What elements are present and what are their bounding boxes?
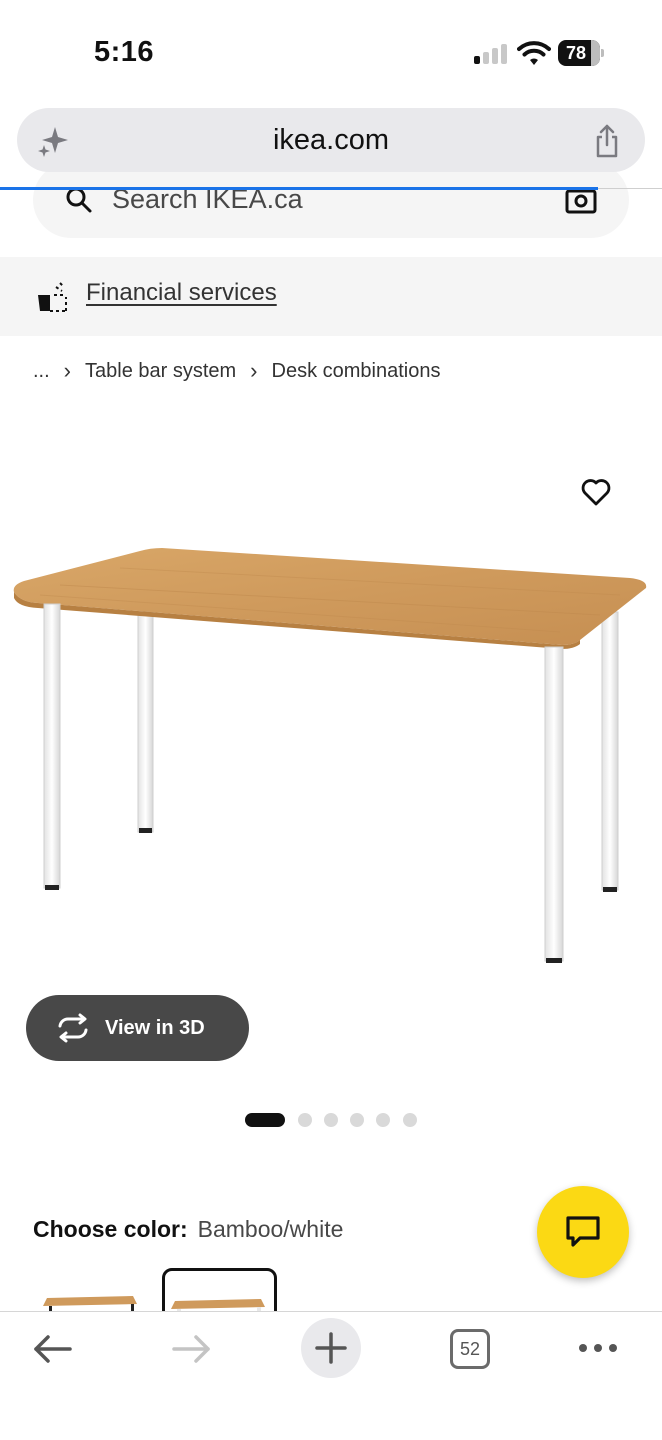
view-in-3d-button[interactable]: View in 3D [26,995,249,1061]
camera-icon[interactable] [565,186,597,214]
battery-icon: 78 [558,40,604,66]
status-bar: 5:16 78 [0,0,662,100]
browser-toolbar: 52 [0,1311,662,1440]
chevron-right-icon: › [250,358,258,383]
breadcrumb-ellipsis[interactable]: ... [33,360,50,383]
color-label: Choose color: [33,1216,188,1242]
carousel-dot[interactable] [403,1113,417,1127]
favorite-button[interactable] [574,470,618,514]
carousel-dot[interactable] [245,1113,285,1127]
financial-services-banner[interactable]: Financial services [0,257,662,336]
back-arrow-icon[interactable] [30,1332,74,1366]
financial-services-icon [38,282,67,312]
product-image[interactable] [0,410,662,980]
url-text[interactable]: ikea.com [17,108,645,172]
heart-icon [581,479,611,506]
carousel-dot[interactable] [376,1113,390,1127]
forward-arrow-icon[interactable] [170,1332,214,1366]
address-bar[interactable]: ikea.com [17,108,645,172]
share-icon[interactable] [593,124,621,158]
new-tab-button[interactable] [301,1318,361,1378]
cellular-signal-icon [474,44,508,64]
status-time: 5:16 [94,36,155,68]
financial-services-link[interactable]: Financial services [86,279,277,307]
carousel-dot[interactable] [298,1113,312,1127]
chevron-right-icon: › [63,358,71,383]
page-load-progress [0,187,598,190]
plus-icon [315,1332,347,1364]
chat-bubble-icon [566,1216,600,1247]
carousel-dot[interactable] [324,1113,338,1127]
rotate-3d-icon [58,1013,88,1043]
search-bar[interactable]: Search IKEA.ca [33,162,629,238]
carousel-dot[interactable] [350,1113,364,1127]
color-option-black[interactable] [33,1284,147,1312]
breadcrumb-item[interactable]: Desk combinations [272,360,441,383]
selected-color: Bamboo/white [197,1216,344,1242]
chat-button[interactable] [537,1186,629,1278]
wifi-icon [517,41,551,65]
battery-level: 78 [565,43,587,63]
color-chooser: Choose color: Bamboo/white [33,1216,343,1243]
more-options-icon[interactable] [578,1340,618,1356]
tab-count-button[interactable]: 52 [450,1329,490,1369]
view-in-3d-label: View in 3D [105,1017,205,1039]
search-icon [66,187,92,213]
breadcrumb: ... › Table bar system › Desk combinatio… [33,357,440,385]
breadcrumb-item[interactable]: Table bar system [85,360,236,383]
